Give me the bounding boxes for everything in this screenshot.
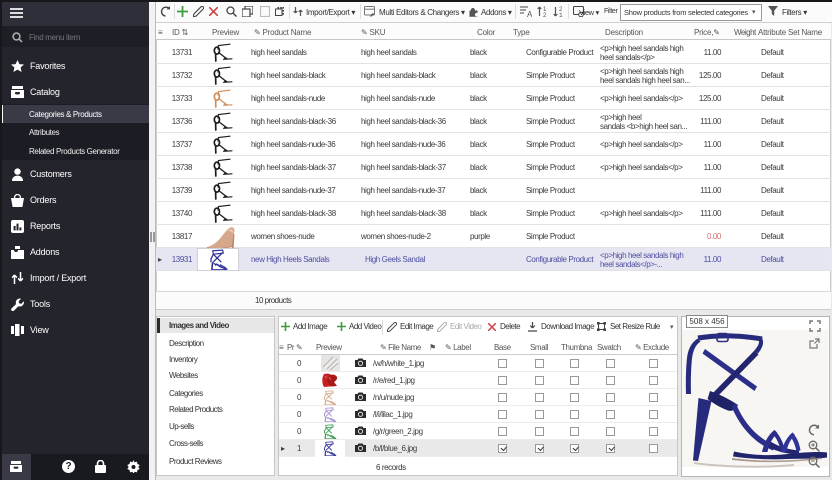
svg-text:2: 2 [543,13,547,17]
svg-text:1: 1 [559,12,563,17]
svg-text:A: A [527,10,532,17]
